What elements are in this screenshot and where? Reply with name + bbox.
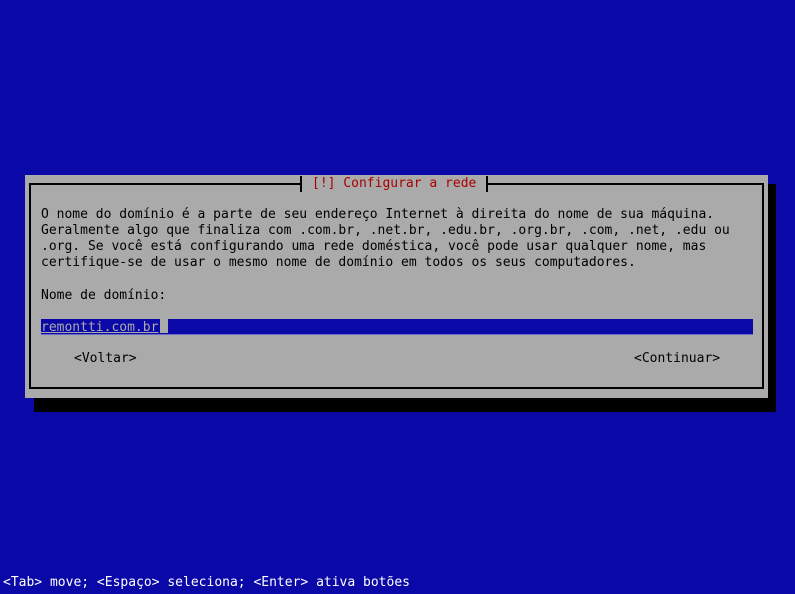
keyboard-help-bar: <Tab> move; <Espaço> seleciona; <Enter> … bbox=[3, 575, 410, 590]
configure-network-dialog: [!] Configurar a rede O nome do domínio … bbox=[25, 175, 768, 398]
domain-name-value: remontti.com.br bbox=[41, 320, 159, 335]
continue-button[interactable]: <Continuar> bbox=[634, 351, 720, 367]
domain-name-label: Nome de domínio: bbox=[41, 288, 167, 303]
dialog-title: [!] Configurar a rede bbox=[300, 176, 489, 192]
installer-screen: { "dialog": { "title": "[!] Configurar a… bbox=[0, 0, 795, 594]
domain-name-input[interactable]: remontti.com.br bbox=[41, 319, 753, 335]
back-button[interactable]: <Voltar> bbox=[74, 351, 137, 367]
dialog-description: O nome do domínio é a parte de seu ender… bbox=[41, 207, 730, 270]
text-cursor bbox=[160, 319, 169, 333]
